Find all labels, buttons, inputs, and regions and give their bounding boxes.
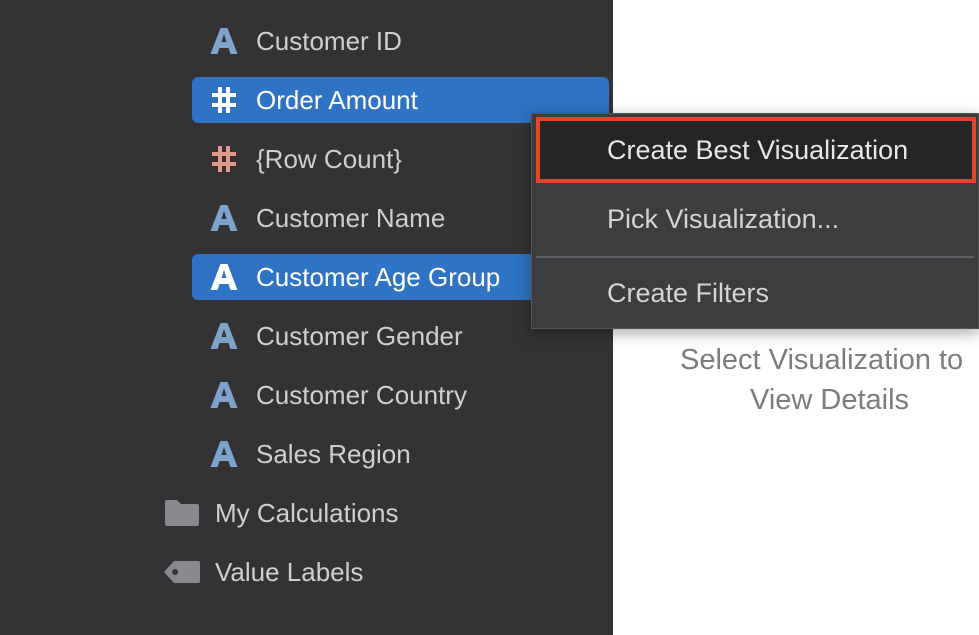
empty-state-hint: Select Visualization to View Details bbox=[613, 340, 979, 420]
data-panel: Customer ID Order Amount {Row Count} Cus… bbox=[0, 0, 613, 635]
hint-line-1: Select Visualization to bbox=[680, 344, 964, 376]
tag-icon bbox=[163, 557, 201, 587]
menu-item-pick-visualization[interactable]: Pick Visualization... bbox=[532, 190, 978, 248]
text-attribute-icon bbox=[208, 379, 240, 411]
numeric-measure-icon bbox=[208, 84, 240, 116]
menu-item-create-best-visualization[interactable]: Create Best Visualization bbox=[536, 117, 976, 183]
text-attribute-icon bbox=[208, 438, 240, 470]
field-label: Customer Age Group bbox=[256, 261, 501, 292]
field-label: Customer Gender bbox=[256, 320, 463, 351]
field-label: {Row Count} bbox=[256, 143, 402, 174]
folder-icon bbox=[163, 498, 201, 528]
field-label: Customer Name bbox=[256, 202, 446, 233]
folder-value-labels[interactable]: Value Labels bbox=[163, 549, 363, 595]
text-attribute-icon bbox=[208, 202, 240, 234]
field-label: Customer ID bbox=[256, 25, 402, 56]
field-label: Customer Country bbox=[256, 379, 467, 410]
field-customer-id[interactable]: Customer ID bbox=[192, 18, 402, 64]
hint-line-2: View Details bbox=[750, 384, 910, 416]
field-customer-name[interactable]: Customer Name bbox=[192, 195, 445, 241]
text-attribute-icon bbox=[208, 25, 240, 57]
folder-my-calculations[interactable]: My Calculations bbox=[163, 490, 399, 536]
numeric-measure-icon bbox=[208, 143, 240, 175]
field-label: Order Amount bbox=[256, 84, 418, 115]
field-customer-gender[interactable]: Customer Gender bbox=[192, 313, 463, 359]
field-row-count[interactable]: {Row Count} bbox=[192, 136, 402, 182]
text-attribute-icon bbox=[208, 261, 240, 293]
menu-item-create-filters[interactable]: Create Filters bbox=[532, 264, 978, 322]
field-customer-country[interactable]: Customer Country bbox=[192, 372, 467, 418]
context-menu: Create Best Visualization Pick Visualiza… bbox=[531, 113, 979, 329]
field-sales-region[interactable]: Sales Region bbox=[192, 431, 411, 477]
folder-label: Value Labels bbox=[215, 556, 364, 587]
field-label: Sales Region bbox=[256, 438, 411, 469]
menu-separator bbox=[536, 256, 974, 258]
folder-label: My Calculations bbox=[215, 497, 399, 528]
text-attribute-icon bbox=[208, 320, 240, 352]
